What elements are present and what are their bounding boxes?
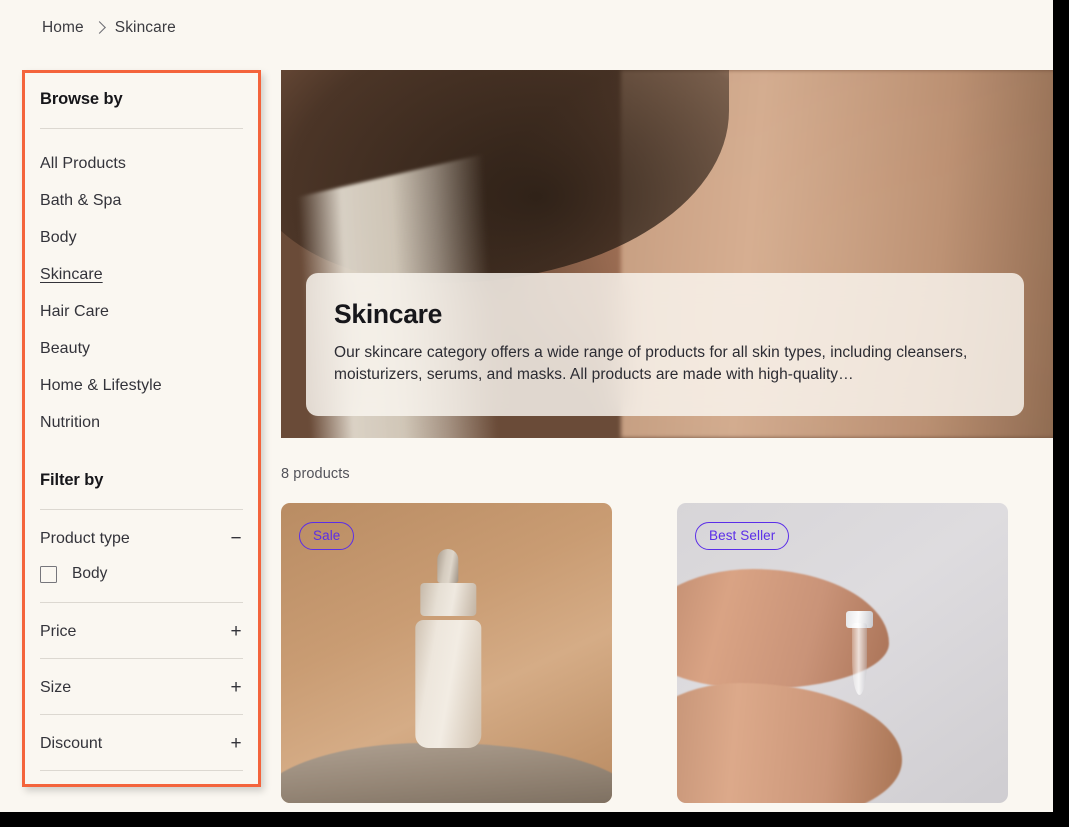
product-card[interactable]: Sale bbox=[281, 503, 612, 803]
browse-by-divider bbox=[40, 128, 243, 129]
sidebar-item-home-and-lifestyle[interactable]: Home & Lifestyle bbox=[40, 367, 162, 404]
product-card[interactable]: Best Seller bbox=[677, 503, 1008, 803]
filter-label-size: Size bbox=[40, 678, 72, 696]
sidebar: Browse by All Products Bath & Spa Body S… bbox=[22, 70, 261, 787]
sidebar-item-hair-care[interactable]: Hair Care bbox=[40, 293, 109, 330]
filter-checkbox-body[interactable]: Body bbox=[40, 565, 243, 602]
breadcrumb-item-home[interactable]: Home bbox=[42, 19, 84, 37]
sidebar-item-bath-and-spa[interactable]: Bath & Spa bbox=[40, 182, 121, 219]
browse-by-section: Browse by All Products Bath & Spa Body S… bbox=[40, 70, 243, 441]
main-content: Skincare Our skincare category offers a … bbox=[281, 70, 1053, 812]
filter-option-label-body: Body bbox=[72, 565, 108, 582]
product-grid: Sale Best Seller bbox=[281, 503, 1053, 803]
status-badge: Sale bbox=[299, 522, 355, 550]
filter-label-discount: Discount bbox=[40, 734, 103, 752]
plus-icon: + bbox=[230, 733, 242, 754]
category-nav-list: All Products Bath & Spa Body Skincare Ha… bbox=[40, 145, 243, 441]
page-root: Home Skincare Browse by All Products Bat… bbox=[0, 0, 1053, 812]
sidebar-item-all-products[interactable]: All Products bbox=[40, 145, 126, 182]
category-hero-banner: Skincare Our skincare category offers a … bbox=[281, 70, 1053, 438]
plus-icon: + bbox=[230, 621, 242, 642]
breadcrumb: Home Skincare bbox=[42, 19, 176, 37]
filter-group-size: Size + bbox=[40, 659, 243, 715]
sidebar-item-skincare[interactable]: Skincare bbox=[40, 256, 103, 293]
breadcrumb-item-skincare[interactable]: Skincare bbox=[115, 19, 176, 37]
sidebar-item-beauty[interactable]: Beauty bbox=[40, 330, 90, 367]
minus-icon: − bbox=[230, 528, 242, 549]
filter-toggle-size[interactable]: Size + bbox=[40, 659, 243, 714]
filter-by-title: Filter by bbox=[40, 471, 104, 489]
filter-by-section: Filter by Product type − Body Price + Si… bbox=[40, 471, 243, 771]
filter-divider-4 bbox=[40, 770, 243, 771]
filter-group-price: Price + bbox=[40, 603, 243, 659]
filter-group-discount: Discount + bbox=[40, 715, 243, 771]
checkbox-icon[interactable] bbox=[40, 565, 57, 583]
filter-group-product-type: Product type − Body bbox=[40, 510, 243, 603]
sidebar-item-nutrition[interactable]: Nutrition bbox=[40, 404, 100, 441]
plus-icon: + bbox=[230, 677, 242, 698]
status-badge: Best Seller bbox=[695, 522, 790, 550]
hero-description: Our skincare category offers a wide rang… bbox=[334, 344, 968, 383]
product-count: 8 products bbox=[281, 466, 350, 482]
chevron-right-icon bbox=[92, 21, 106, 34]
filter-toggle-product-type[interactable]: Product type − bbox=[40, 510, 243, 565]
sidebar-item-body[interactable]: Body bbox=[40, 219, 77, 256]
filter-label-price: Price bbox=[40, 622, 77, 640]
page-title: Skincare bbox=[334, 299, 443, 329]
filter-toggle-price[interactable]: Price + bbox=[40, 603, 243, 658]
filter-toggle-discount[interactable]: Discount + bbox=[40, 715, 243, 770]
hero-text-card: Skincare Our skincare category offers a … bbox=[306, 273, 1024, 416]
filter-label-product-type: Product type bbox=[40, 529, 130, 547]
browse-by-title: Browse by bbox=[40, 90, 123, 108]
